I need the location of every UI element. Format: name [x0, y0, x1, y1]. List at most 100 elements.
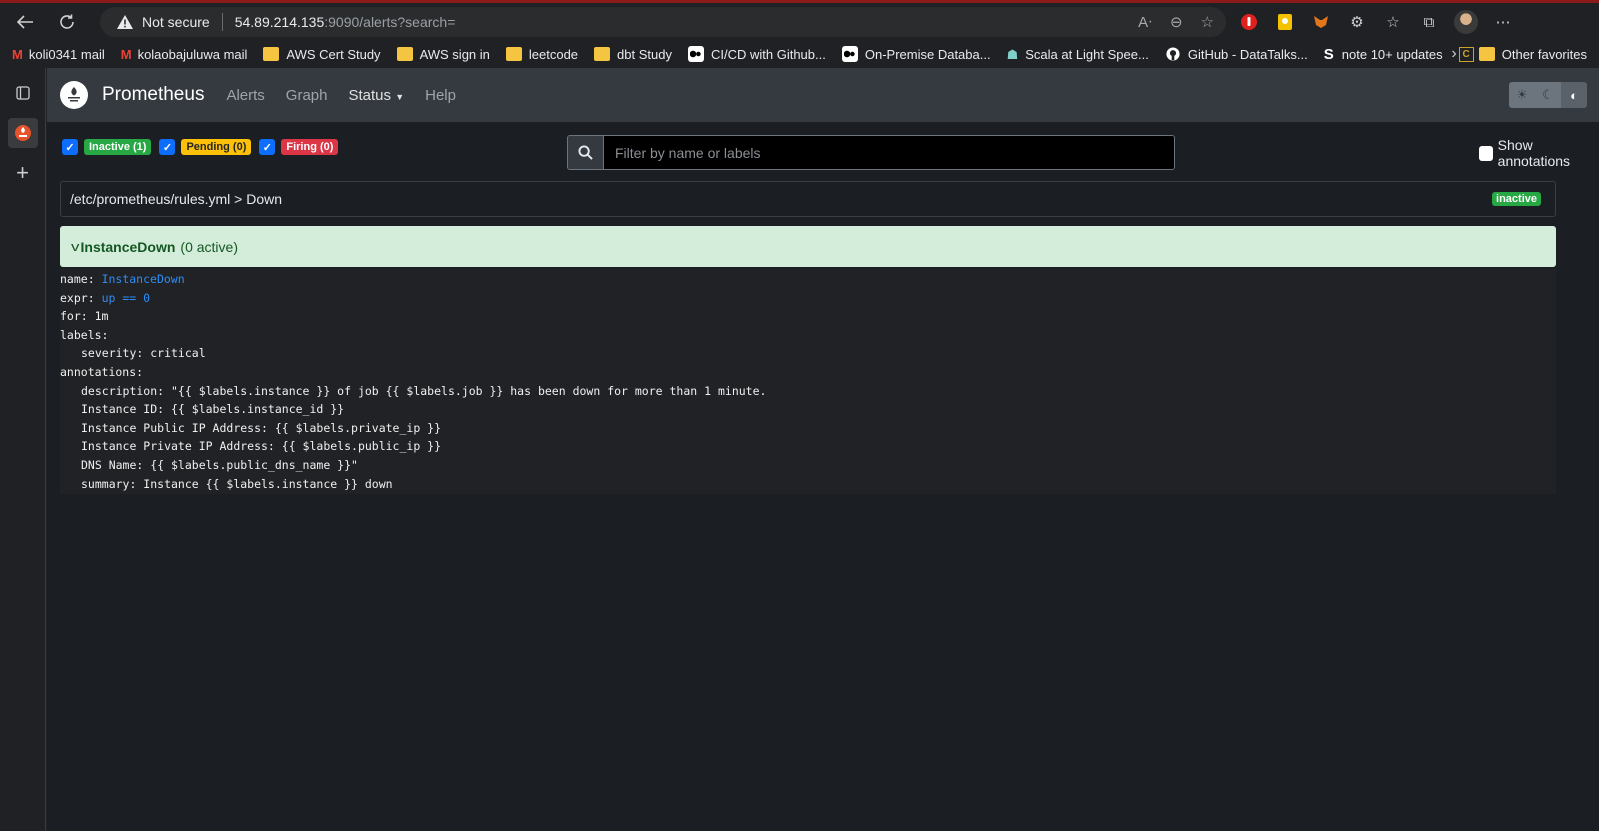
caret-down-icon: ▼ — [395, 91, 405, 102]
chevron-down-icon: v — [71, 239, 80, 254]
auto-theme-button[interactable]: ◐ — [1561, 82, 1587, 108]
bookmarks-bar: Mkoli0341 mail Mkolaobajuluwa mail AWS C… — [0, 40, 1599, 68]
def-private-ip-line: Instance Private IP Address: {{ $labels.… — [81, 439, 442, 454]
def-key: expr: — [60, 290, 95, 305]
bookmark-item[interactable]: AWS sign in — [396, 46, 490, 62]
moon-icon: ☾ — [1542, 87, 1554, 102]
def-instance-id-line: Instance ID: {{ $labels.instance_id }} — [81, 402, 345, 417]
state-filters: ✓ Inactive (1) ✓ Pending (0) ✓ Firing (0… — [62, 139, 342, 155]
adblock-extension-icon[interactable] — [1238, 11, 1260, 33]
group-state-badge: inactive — [1492, 192, 1541, 206]
alert-rule-name: InstanceDown — [80, 238, 176, 255]
search-input[interactable] — [604, 136, 1174, 169]
chevron-right-icon[interactable]: › — [1451, 45, 1456, 63]
bookmark-label: On-Premise Databa... — [864, 46, 991, 62]
pending-checkbox[interactable]: ✓ — [159, 139, 176, 155]
def-name-link[interactable]: InstanceDown — [102, 272, 185, 286]
dark-theme-button[interactable]: ☾ — [1535, 82, 1561, 108]
folder-icon — [594, 47, 611, 61]
browser-toolbar: Not secure 54.89.214.135:9090/alerts?sea… — [0, 3, 1599, 40]
new-tab-icon[interactable]: + — [8, 158, 38, 188]
prometheus-logo-icon[interactable] — [60, 81, 88, 109]
firing-checkbox[interactable]: ✓ — [259, 139, 276, 155]
bookmark-label: GitHub - DataTalks... — [1187, 46, 1308, 62]
def-summary-line: summary: Instance {{ $labels.instance }}… — [81, 476, 393, 491]
show-annotations-toggle[interactable]: Show annotations — [1479, 137, 1599, 169]
url-divider — [221, 13, 223, 31]
firing-badge: Firing (0) — [281, 139, 339, 155]
brand-title[interactable]: Prometheus — [102, 84, 204, 106]
alert-rule-toggle[interactable]: v InstanceDown (0 active) — [60, 226, 1556, 267]
nav-alerts[interactable]: Alerts — [226, 87, 264, 104]
metamask-extension-icon[interactable] — [1310, 11, 1332, 33]
contrast-icon: ◐ — [1570, 87, 1578, 103]
s-icon: S — [1323, 45, 1334, 63]
def-name-line: name: InstanceDown — [60, 270, 1556, 289]
bookmark-item[interactable]: ☗ Scala at Light Spee... — [1006, 46, 1149, 63]
nav-graph[interactable]: Graph — [286, 87, 328, 104]
other-favorites[interactable]: Other favorites — [1502, 47, 1587, 62]
profile-avatar[interactable] — [1454, 10, 1478, 34]
def-key: name: — [60, 272, 95, 286]
collections-icon[interactable]: ⧉ — [1418, 11, 1440, 33]
zoom-out-icon[interactable]: ⊖ — [1170, 13, 1183, 31]
url-path: :9090/alerts?search= — [324, 14, 456, 30]
inactive-checkbox[interactable]: ✓ — [62, 139, 78, 155]
read-aloud-icon[interactable]: A͏ᐧ — [1138, 13, 1152, 31]
folder-icon — [396, 47, 413, 61]
extensions-puzzle-icon[interactable]: ⚙ — [1346, 11, 1368, 33]
bookmark-item[interactable]: dbt Study — [594, 47, 672, 62]
add-favorite-icon[interactable]: ☆ — [1201, 13, 1214, 31]
prometheus-app: Prometheus Alerts Graph Status ▼ Help ☀ … — [47, 68, 1599, 831]
bookmark-item[interactable]: GitHub - DataTalks... — [1165, 47, 1308, 62]
nav-status[interactable]: Status ▼ — [349, 87, 405, 104]
rule-group-path: /etc/prometheus/rules.yml > Down — [70, 191, 283, 207]
bookmark-item[interactable]: CI/CD with Github... — [687, 46, 826, 62]
def-description-line: description: "{{ $labels.instance }} of … — [81, 383, 767, 398]
def-severity-line: severity: critical — [81, 346, 206, 361]
def-labels-key: labels: — [60, 327, 109, 342]
bookmark-label: AWS Cert Study — [286, 46, 381, 62]
bookmark-label: note 10+ updates — [1341, 46, 1443, 62]
folder-icon — [263, 47, 280, 61]
keep-extension-icon[interactable] — [1274, 11, 1296, 33]
reload-button[interactable] — [50, 7, 84, 37]
url-host: 54.89.214.135 — [234, 14, 325, 30]
not-secure-label: Not secure — [142, 14, 210, 30]
back-button[interactable] — [8, 7, 42, 37]
medium-icon — [687, 46, 704, 62]
inactive-badge: Inactive (1) — [84, 139, 152, 155]
bookmark-label: dbt Study — [617, 46, 672, 62]
rule-group-header: /etc/prometheus/rules.yml > Down inactiv… — [60, 181, 1556, 217]
reload-icon — [60, 14, 74, 29]
bookmark-label: Scala at Light Spee... — [1025, 46, 1149, 62]
scala-icon: ☗ — [1006, 47, 1019, 62]
more-menu-icon[interactable]: ⋯ — [1492, 11, 1514, 33]
bookmark-item[interactable]: Mkoli0341 mail — [12, 47, 105, 62]
sun-icon: ☀ — [1516, 87, 1528, 102]
address-bar[interactable]: Not secure 54.89.214.135:9090/alerts?sea… — [100, 7, 1226, 37]
tab-prometheus[interactable] — [7, 118, 38, 148]
medium-icon — [841, 46, 858, 62]
bookmark-item[interactable]: leetcode — [505, 47, 578, 62]
bookmark-item[interactable]: Mkolaobajuluwa mail — [121, 47, 248, 62]
show-annotations-checkbox[interactable] — [1479, 145, 1493, 161]
tab-actions-icon[interactable] — [8, 78, 38, 108]
bookmark-label: AWS sign in — [419, 46, 490, 62]
search-icon — [568, 136, 604, 169]
pending-badge: Pending (0) — [181, 139, 252, 155]
alert-active-count: (0 active) — [180, 238, 238, 255]
def-expr-link[interactable]: up == 0 — [102, 291, 150, 305]
nav-help[interactable]: Help — [425, 87, 456, 104]
rule-definition: name: InstanceDown expr: up == 0 for: 1m la… — [60, 269, 1556, 494]
gmail-icon: M — [120, 46, 132, 62]
light-theme-button[interactable]: ☀ — [1509, 82, 1535, 108]
def-public-ip-line: Instance Public IP Address: {{ $labels.p… — [81, 420, 442, 435]
bookmark-item[interactable]: AWS Cert Study — [263, 46, 381, 62]
favorites-icon[interactable]: ☆ — [1382, 11, 1404, 33]
def-annotations-key: annotations: — [60, 364, 144, 379]
bookmark-item[interactable]: On-Premise Databa... — [841, 46, 991, 62]
bookmark-item[interactable]: Snote 10+ updates — [1324, 46, 1443, 63]
bookmarks-overflow: › Other favorites — [1451, 40, 1587, 68]
address-bar-actions: A͏ᐧ ⊖ ☆ — [1138, 13, 1214, 31]
